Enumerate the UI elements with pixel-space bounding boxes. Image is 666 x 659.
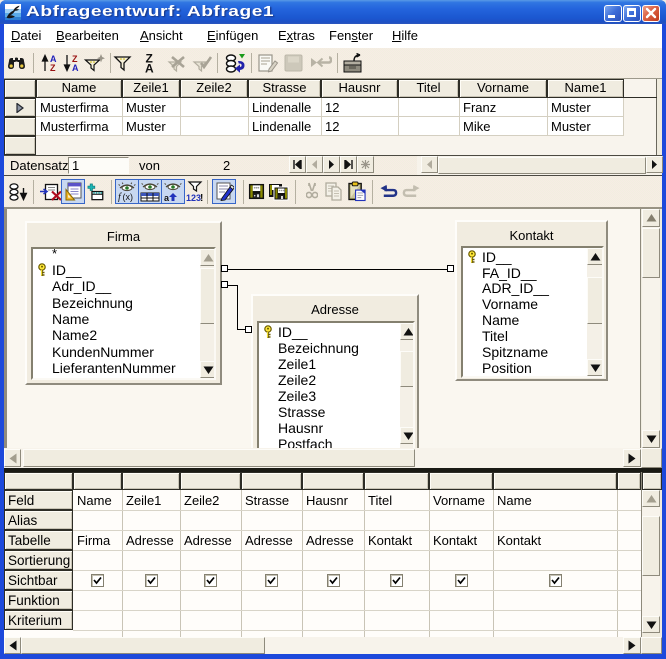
svg-text:Z: Z [50,63,56,72]
svg-text:f: f [118,192,122,202]
svg-text:(x): (x) [123,192,134,202]
svg-text:a: a [164,193,170,202]
svg-text:A: A [72,63,79,72]
svg-text:!: ! [200,193,203,203]
svg-text:123: 123 [186,193,201,203]
svg-text:A: A [145,62,154,74]
